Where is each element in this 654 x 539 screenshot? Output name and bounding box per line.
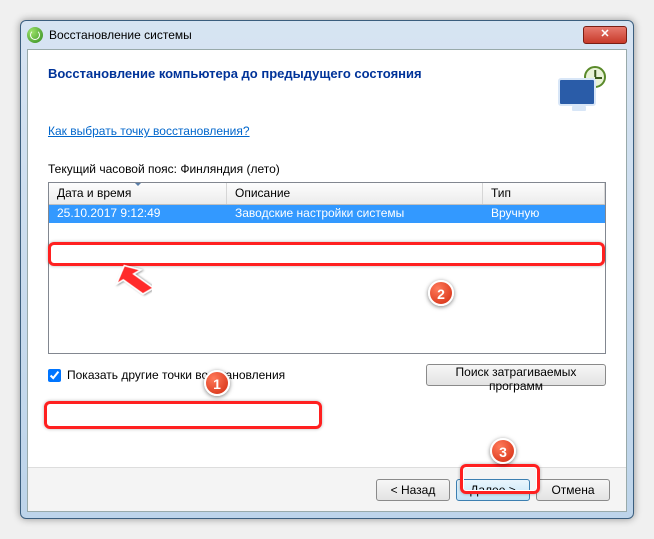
wizard-footer: < Назад Далее > Отмена bbox=[28, 467, 626, 511]
back-button[interactable]: < Назад bbox=[376, 479, 450, 501]
restore-points-table[interactable]: Дата и время Описание Тип 25.10.2017 9:1… bbox=[48, 182, 606, 354]
table-header: Дата и время Описание Тип bbox=[49, 183, 605, 205]
col-description[interactable]: Описание bbox=[227, 183, 483, 204]
cell-type: Вручную bbox=[483, 205, 605, 223]
cell-description: Заводские настройки системы bbox=[227, 205, 483, 223]
close-icon: ✕ bbox=[600, 28, 609, 40]
cell-datetime: 25.10.2017 9:12:49 bbox=[49, 205, 227, 223]
show-other-label[interactable]: Показать другие точки восстановления bbox=[67, 368, 285, 382]
col-type[interactable]: Тип bbox=[483, 183, 605, 204]
restore-icon bbox=[558, 66, 606, 106]
titlebar[interactable]: Восстановление системы ✕ bbox=[21, 21, 633, 49]
col-datetime[interactable]: Дата и время bbox=[49, 183, 227, 204]
table-row[interactable]: 25.10.2017 9:12:49 Заводские настройки с… bbox=[49, 205, 605, 223]
show-other-checkbox[interactable] bbox=[48, 369, 61, 382]
page-heading: Восстановление компьютера до предыдущего… bbox=[48, 66, 546, 81]
client-area: Восстановление компьютера до предыдущего… bbox=[27, 49, 627, 512]
app-icon bbox=[27, 27, 43, 43]
close-button[interactable]: ✕ bbox=[583, 26, 627, 44]
cancel-button[interactable]: Отмена bbox=[536, 479, 610, 501]
timezone-label: Текущий часовой пояс: Финляндия (лето) bbox=[48, 162, 606, 176]
options-row: Показать другие точки восстановления Пои… bbox=[48, 364, 606, 386]
scan-affected-button[interactable]: Поиск затрагиваемых программ bbox=[426, 364, 606, 386]
system-restore-window: Восстановление системы ✕ Восстановление … bbox=[20, 20, 634, 519]
window-title: Восстановление системы bbox=[49, 28, 192, 42]
next-button[interactable]: Далее > bbox=[456, 479, 530, 501]
help-link[interactable]: Как выбрать точку восстановления? bbox=[48, 124, 250, 138]
